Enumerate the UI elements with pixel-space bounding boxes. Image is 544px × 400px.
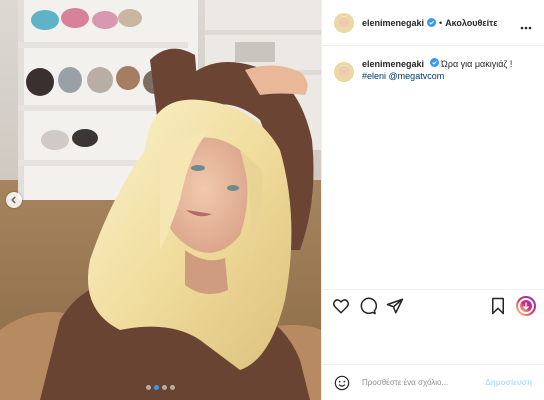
post-header: elenimenegaki • Ακολουθείτε: [322, 0, 544, 46]
carousel-dot-active: [154, 385, 159, 390]
username-link[interactable]: elenimenegaki: [362, 18, 424, 28]
post-photo[interactable]: [0, 0, 321, 400]
carousel-indicator: [0, 385, 321, 390]
heart-icon[interactable]: [332, 297, 350, 320]
post-side-panel: elenimenegaki • Ακολουθείτε elenimenegak…: [321, 0, 544, 400]
carousel-dot: [146, 385, 151, 390]
hashtag-link[interactable]: #eleni: [362, 71, 386, 81]
more-dots-icon[interactable]: [520, 17, 532, 35]
comment-input[interactable]: [360, 377, 474, 388]
avatar[interactable]: [334, 12, 354, 33]
carousel-dot: [162, 385, 167, 390]
bookmark-icon[interactable]: [489, 297, 507, 320]
caption-username[interactable]: elenimenegaki: [362, 59, 424, 69]
post-caption: elenimenegaki Ώρα για μακιγιάζ ! #eleni …: [322, 58, 544, 82]
comment-bar: Δημοσίευση: [322, 364, 544, 400]
previous-button[interactable]: [6, 192, 22, 208]
post-modal: elenimenegaki • Ακολουθείτε elenimenegak…: [0, 0, 544, 400]
caption-body: Ώρα για μακιγιάζ !: [438, 59, 513, 69]
photo-illustration: [0, 0, 321, 400]
verified-icon: [429, 58, 439, 67]
caption-text: elenimenegaki Ώρα για μακιγιάζ ! #eleni …: [362, 58, 532, 82]
reels-icon[interactable]: [516, 296, 536, 321]
mention-link[interactable]: @megatvcom: [389, 71, 445, 81]
separator: •: [439, 17, 443, 28]
share-icon[interactable]: [386, 297, 404, 320]
chevron-left-icon: [10, 196, 18, 204]
emoji-icon[interactable]: [334, 375, 350, 391]
following-button[interactable]: Ακολουθείτε: [445, 18, 497, 28]
comment-icon[interactable]: [359, 297, 377, 320]
verified-icon: [427, 18, 437, 27]
carousel-dot: [170, 385, 175, 390]
caption-avatar[interactable]: [334, 62, 354, 82]
action-bar: [322, 289, 544, 323]
post-comment-button[interactable]: Δημοσίευση: [485, 378, 532, 387]
